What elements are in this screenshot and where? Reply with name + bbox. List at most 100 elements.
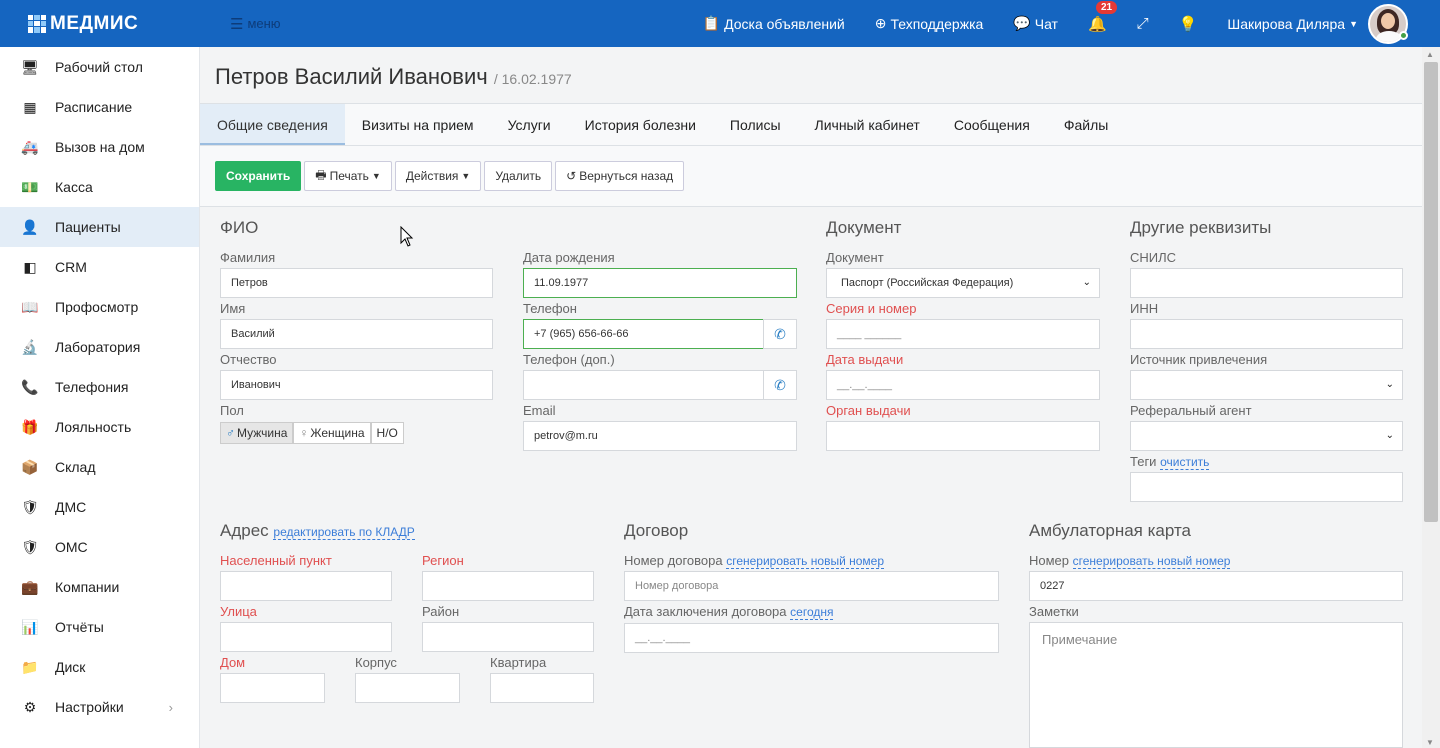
agent-select[interactable]: ⌄: [1130, 421, 1403, 451]
delete-button[interactable]: Удалить: [484, 161, 553, 191]
sidebar-item-oms[interactable]: 🛡 ОМС: [0, 527, 199, 567]
tags-label-text: Теги: [1130, 454, 1157, 469]
issuer-field[interactable]: [826, 421, 1100, 451]
caret-down-icon: ▼: [1349, 18, 1358, 29]
user-menu[interactable]: Шакирова Диляра ▼: [1227, 16, 1358, 32]
issue-date-field[interactable]: __.__.____: [826, 370, 1100, 400]
kladr-edit-link[interactable]: редактировать по КЛАДР: [273, 525, 415, 540]
sidebar-item-reports[interactable]: 📊 Отчёты: [0, 607, 199, 647]
menu-button[interactable]: ☰ меню: [230, 15, 281, 33]
tags-field[interactable]: [1130, 472, 1403, 502]
district-field[interactable]: [422, 622, 594, 652]
sidebar-item-telephony[interactable]: 📞 Телефония: [0, 367, 199, 407]
sex-male-button[interactable]: ♂ Мужчина: [220, 422, 294, 444]
region-field[interactable]: [422, 571, 594, 601]
call-phone2-button[interactable]: ✆: [763, 370, 797, 400]
inn-field[interactable]: [1130, 319, 1403, 349]
patronymic-field[interactable]: Иванович: [220, 370, 493, 400]
tab-services[interactable]: Услуги: [491, 104, 568, 145]
sidebar-item-companies[interactable]: 💼 Компании: [0, 567, 199, 607]
notifications-button[interactable]: 🔔 21: [1087, 0, 1118, 33]
sidebar-item-home-visit[interactable]: 🚑 Вызов на дом: [0, 127, 199, 167]
first-name-field[interactable]: Василий: [220, 319, 493, 349]
doc-type-label: Документ: [826, 250, 884, 265]
patient-dob: / 16.02.1977: [493, 71, 572, 87]
sidebar-item-cash[interactable]: 💵 Касса: [0, 167, 199, 207]
apartment-field[interactable]: [490, 673, 594, 703]
contract-generate-link[interactable]: сгенерировать новый номер: [726, 554, 884, 569]
doc-type-select[interactable]: Паспорт (Российская Федерация) ⌄: [826, 268, 1100, 298]
save-button[interactable]: Сохранить: [215, 161, 302, 191]
last-name-field[interactable]: Петров: [220, 268, 493, 298]
board-link[interactable]: 📋 Доска объявлений: [703, 15, 845, 32]
doc-type-value: Паспорт (Российская Федерация): [841, 277, 1014, 289]
print-button[interactable]: 🖶 Печать ▼: [304, 161, 392, 191]
dob-field[interactable]: 11.09.1977: [523, 268, 797, 298]
sidebar-item-laboratory[interactable]: 🔬 Лаборатория: [0, 327, 199, 367]
tips-button[interactable]: 💡: [1179, 15, 1198, 33]
tags-label: Теги очистить: [1130, 454, 1210, 470]
phone-field[interactable]: +7 (965) 656-66-66: [523, 319, 764, 349]
sidebar-item-desktop[interactable]: 🖥 Рабочий стол: [0, 47, 199, 87]
sex-female-button[interactable]: ♀ Женщина: [293, 422, 371, 444]
tab-visits[interactable]: Визиты на прием: [345, 104, 491, 145]
tab-policies[interactable]: Полисы: [713, 104, 798, 145]
online-status-icon: [1399, 31, 1408, 40]
card-number-field[interactable]: 0227: [1029, 571, 1403, 601]
sidebar-item-label: Телефония: [55, 379, 129, 395]
card-number-label: Номер сгенерировать новый номер: [1029, 553, 1231, 569]
app-logo[interactable]: МЕДМИС: [0, 13, 200, 35]
scroll-up-arrow-icon[interactable]: ▲: [1426, 50, 1434, 59]
card-generate-link[interactable]: сгенерировать новый номер: [1072, 554, 1231, 569]
contract-today-link[interactable]: сегодня: [790, 605, 834, 620]
tab-history[interactable]: История болезни: [568, 104, 713, 145]
back-button[interactable]: ↺ Вернуться назад: [555, 161, 685, 191]
snils-field[interactable]: [1130, 268, 1403, 298]
contract-number-field[interactable]: Номер договора: [624, 571, 999, 601]
bell-icon: 🔔: [1087, 15, 1107, 33]
tags-clear-link[interactable]: очистить: [1160, 455, 1210, 470]
street-field[interactable]: [220, 622, 392, 652]
phone2-label: Телефон (доп.): [523, 352, 615, 367]
sex-na-button[interactable]: Н/О: [370, 422, 404, 444]
street-label: Улица: [220, 604, 257, 619]
sidebar-item-warehouse[interactable]: 📦 Склад: [0, 447, 199, 487]
scroll-down-arrow-icon[interactable]: ▼: [1426, 738, 1434, 747]
call-phone-button[interactable]: ✆: [763, 319, 797, 349]
sidebar-item-dms[interactable]: 🛡 ДМС: [0, 487, 199, 527]
tab-messages[interactable]: Сообщения: [937, 104, 1047, 145]
book-icon: 📖: [21, 298, 39, 315]
sex-label: Пол: [220, 403, 244, 418]
fullscreen-button[interactable]: ⤢: [1137, 15, 1149, 32]
building-field[interactable]: [355, 673, 460, 703]
sidebar-item-loyalty[interactable]: 🎁 Лояльность: [0, 407, 199, 447]
sidebar-item-crm[interactable]: ◧ CRM: [0, 247, 199, 287]
house-field[interactable]: [220, 673, 325, 703]
email-field[interactable]: petrov@m.ru: [523, 421, 797, 451]
sidebar-item-checkup[interactable]: 📖 Профосмотр: [0, 287, 199, 327]
sidebar-item-patients[interactable]: 👤 Пациенты: [0, 207, 199, 247]
source-select[interactable]: ⌄: [1130, 370, 1403, 400]
series-field[interactable]: ____ ______: [826, 319, 1100, 349]
support-link[interactable]: ⊕ Техподдержка: [875, 15, 984, 32]
notes-textarea[interactable]: Примечание: [1029, 622, 1403, 748]
city-field[interactable]: [220, 571, 392, 601]
back-label: Вернуться назад: [579, 169, 674, 183]
region-label: Регион: [422, 553, 464, 568]
chat-link[interactable]: 💬 Чат: [1013, 15, 1058, 32]
scrollbar-thumb[interactable]: [1424, 62, 1438, 522]
sidebar-item-disk[interactable]: 📁 Диск: [0, 647, 199, 687]
tab-cabinet[interactable]: Личный кабинет: [798, 104, 937, 145]
contract-date-field[interactable]: __.__.____: [624, 623, 999, 653]
sex-na-label: Н/О: [376, 426, 398, 440]
actions-button[interactable]: Действия ▼: [394, 161, 482, 191]
desktop-icon: 🖥: [21, 58, 39, 75]
first-name-label: Имя: [220, 301, 246, 316]
phone2-field[interactable]: [523, 370, 764, 400]
sidebar-item-settings[interactable]: ⚙ Настройки ›: [0, 687, 199, 727]
district-label: Район: [422, 604, 460, 619]
tab-general[interactable]: Общие сведения: [200, 104, 345, 145]
tab-files[interactable]: Файлы: [1047, 104, 1125, 145]
sidebar-item-schedule[interactable]: ▦ Расписание: [0, 87, 199, 127]
chat-label: Чат: [1034, 15, 1058, 32]
